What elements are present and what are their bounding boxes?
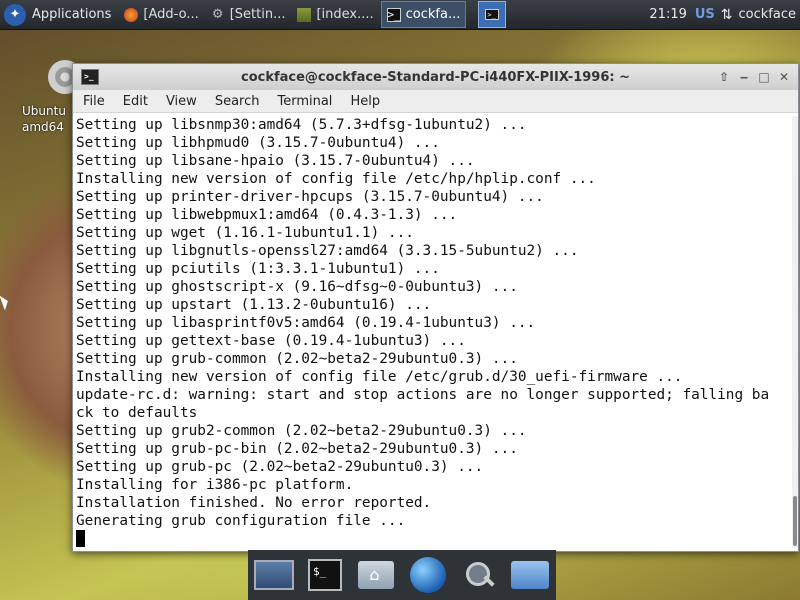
xfce-logo-icon: ✦ <box>4 3 26 26</box>
task-terminal[interactable]: >_ cockfa... <box>380 1 467 28</box>
terminal-line: Setting up ghostscript-x (9.16~dfsg~0-0u… <box>76 279 518 295</box>
task-firefox[interactable]: [Add-o... <box>119 2 203 27</box>
terminal-line: Installation finished. No error reported… <box>76 495 432 511</box>
user-menu[interactable]: cockface <box>739 7 796 22</box>
applications-label: Applications <box>32 7 112 22</box>
task-label: [index.... <box>316 7 374 22</box>
terminal-icon: $_ <box>307 559 342 591</box>
applications-menu-button[interactable]: ✦ Applications <box>0 0 119 29</box>
terminal-output[interactable]: Setting up libsnmp30:amd64 (5.7.3+dfsg-1… <box>76 116 790 548</box>
minimize-icon[interactable]: ‒ <box>734 68 754 86</box>
menu-file[interactable]: File <box>73 94 113 109</box>
terminal-line: Installing new version of config file /e… <box>76 369 683 385</box>
image-viewer-icon <box>297 7 312 22</box>
terminal-line: Setting up libsnmp30:amd64 (5.7.3+dfsg-1… <box>76 117 527 133</box>
web-browser-icon <box>409 557 446 593</box>
menu-help[interactable]: Help <box>340 94 388 109</box>
terminal-line: Setting up grub-common (2.02~beta2-29ubu… <box>76 351 518 367</box>
shade-up-icon[interactable]: ⇧ <box>714 68 734 86</box>
terminal-prompt-line <box>76 530 790 548</box>
terminal-line: Setting up grub-pc-bin (2.02~beta2-29ubu… <box>76 441 518 457</box>
terminal-line: Generating grub configuration file ... <box>76 513 406 529</box>
terminal-scrollbar[interactable] <box>792 116 798 548</box>
terminal-line: Setting up grub-pc (2.02~beta2-29ubuntu0… <box>76 459 484 475</box>
search-icon <box>464 560 494 590</box>
window-controls: ⇧ ‒ □ ✕ <box>714 68 794 86</box>
terminal-line: Setting up wget (1.16.1-1ubuntu1.1) ... <box>76 225 414 241</box>
menu-view[interactable]: View <box>156 94 205 109</box>
close-icon[interactable]: ✕ <box>774 68 794 86</box>
terminal-icon[interactable]: >_ <box>81 69 99 85</box>
terminal-line: Setting up grub2-common (2.02~beta2-29ub… <box>76 423 527 439</box>
firefox-icon <box>124 7 139 22</box>
terminal-line: Installing new version of config file /e… <box>76 171 596 187</box>
menu-terminal[interactable]: Terminal <box>267 94 340 109</box>
text-cursor <box>76 530 85 547</box>
file-manager-icon <box>511 561 550 589</box>
terminal-line: Setting up gettext-base (0.19.4-1ubuntu3… <box>76 333 466 349</box>
menu-edit[interactable]: Edit <box>113 94 156 109</box>
top-panel: ✦ Applications [Add-o... ⚙ [Settin... [i… <box>0 0 800 30</box>
network-updown-icon[interactable]: ⇅ <box>721 7 733 23</box>
terminal-line: Setting up upstart (1.13.2-0ubuntu16) ..… <box>76 297 432 313</box>
dock-home-folder[interactable] <box>356 555 396 595</box>
menu-search[interactable]: Search <box>205 94 268 109</box>
clock[interactable]: 21:19 <box>649 7 686 22</box>
show-desktop-icon <box>253 560 294 590</box>
dock-show-desktop[interactable] <box>253 555 294 595</box>
task-label: [Settin... <box>229 7 286 22</box>
dock-terminal[interactable]: $_ <box>305 555 345 595</box>
window-titlebar[interactable]: >_ cockface@cockface-Standard-PC-i440FX-… <box>73 64 798 90</box>
terminal-icon: >_ <box>386 7 401 22</box>
window-title: cockface@cockface-Standard-PC-i440FX-PII… <box>240 69 631 85</box>
dock: $_ <box>248 550 556 600</box>
terminal-line: Installing for i386-pc platform. <box>76 477 354 493</box>
home-folder-icon <box>358 561 395 589</box>
task-label: [Add-o... <box>143 7 199 22</box>
terminal-line: Setting up libgnutls-openssl27:amd64 (3.… <box>76 243 579 259</box>
task-settings[interactable]: ⚙ [Settin... <box>206 2 291 27</box>
terminal-line: Setting up pciutils (1:3.3.1-1ubuntu1) .… <box>76 261 440 277</box>
menubar: File Edit View Search Terminal Help <box>73 90 798 113</box>
panel-tray: 21:19 US ⇅ cockface <box>649 0 800 29</box>
terminal-icon: >_ <box>485 9 500 20</box>
terminal-line: ck to defaults <box>76 405 198 421</box>
settings-gear-icon: ⚙ <box>211 7 224 22</box>
task-index[interactable]: [index.... <box>292 2 378 27</box>
task-label: cockfa... <box>405 7 461 22</box>
dock-search[interactable] <box>459 555 499 595</box>
terminal-line: Setting up libsane-hpaio (3.15.7-0ubuntu… <box>76 153 475 169</box>
terminal-line: update-rc.d: warning: start and stop act… <box>76 387 770 403</box>
dock-web-browser[interactable] <box>408 555 448 595</box>
scrollbar-thumb[interactable] <box>793 496 797 546</box>
terminal-line: Setting up libasprintf0v5:amd64 (0.19.4-… <box>76 315 536 331</box>
maximize-icon[interactable]: □ <box>754 68 774 86</box>
workspace-switcher[interactable]: >_ <box>478 1 507 28</box>
terminal-line: Setting up libhpmud0 (3.15.7-0ubuntu4) .… <box>76 135 440 151</box>
dock-file-manager[interactable] <box>510 555 550 595</box>
terminal-window: >_ cockface@cockface-Standard-PC-i440FX-… <box>72 63 799 552</box>
keyboard-layout-indicator[interactable]: US <box>695 7 715 22</box>
terminal-line: Setting up printer-driver-hpcups (3.15.7… <box>76 189 544 205</box>
terminal-line: Setting up libwebpmux1:amd64 (0.4.3-1.3)… <box>76 207 458 223</box>
